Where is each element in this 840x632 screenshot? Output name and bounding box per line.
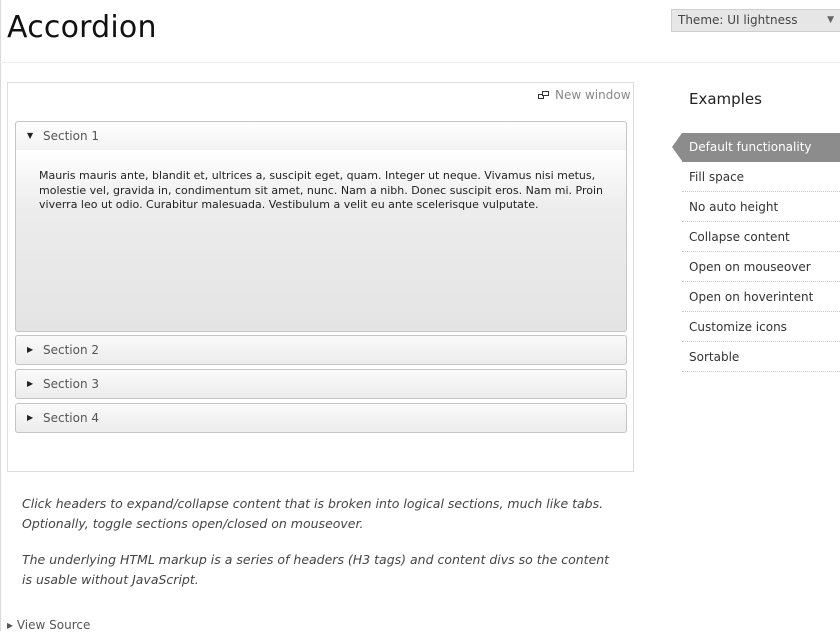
- examples-nav: Default functionality Fill space No auto…: [672, 133, 840, 372]
- expand-triangle-icon: ▸: [7, 618, 14, 632]
- accordion-header-label: Section 4: [43, 411, 100, 425]
- triangle-right-icon: ▶: [27, 345, 34, 354]
- theme-select[interactable]: Theme: UI lightness ▼: [671, 9, 840, 32]
- triangle-down-icon: ▼: [27, 131, 34, 140]
- example-item-fill-space[interactable]: Fill space: [682, 162, 840, 192]
- example-item-customize-icons[interactable]: Customize icons: [682, 312, 840, 342]
- new-window-icon: [538, 90, 549, 100]
- accordion-header-label: Section 1: [43, 129, 100, 143]
- accordion-content-section-1: Mauris mauris ante, blandit et, ultrices…: [15, 150, 627, 332]
- description-paragraph-1: Click headers to expand/collapse content…: [22, 496, 604, 531]
- example-item-sortable[interactable]: Sortable: [682, 342, 840, 372]
- accordion-header-label: Section 2: [43, 343, 100, 357]
- chevron-down-icon: ▼: [827, 15, 834, 25]
- example-item-collapse-content[interactable]: Collapse content: [682, 222, 840, 252]
- example-item-open-on-hoverintent[interactable]: Open on hoverintent: [682, 282, 840, 312]
- new-window-link[interactable]: New window: [538, 88, 631, 102]
- triangle-right-icon: ▶: [27, 413, 34, 422]
- accordion-content-text: Mauris mauris ante, blandit et, ultrices…: [39, 169, 604, 211]
- new-window-label: New window: [555, 88, 631, 102]
- example-item-open-on-mouseover[interactable]: Open on mouseover: [682, 252, 840, 282]
- accordion-header-section-3[interactable]: ▶ Section 3: [15, 369, 627, 399]
- accordion-header-section-2[interactable]: ▶ Section 2: [15, 335, 627, 365]
- title-divider: [0, 62, 840, 63]
- triangle-right-icon: ▶: [27, 379, 34, 388]
- examples-heading: Examples: [689, 90, 762, 108]
- view-source-link[interactable]: ▸ View Source: [7, 618, 90, 632]
- page-title: Accordion: [7, 10, 157, 45]
- accordion-header-section-4[interactable]: ▶ Section 4: [15, 403, 627, 433]
- theme-select-value: Theme: UI lightness: [678, 13, 798, 27]
- example-item-default-functionality[interactable]: Default functionality: [672, 133, 840, 162]
- accordion-header-label: Section 3: [43, 377, 100, 391]
- description-paragraph-2: The underlying HTML markup is a series o…: [22, 552, 610, 587]
- view-source-label: View Source: [16, 618, 91, 632]
- example-item-no-auto-height[interactable]: No auto height: [682, 192, 840, 222]
- left-border: [0, 0, 1, 631]
- accordion-header-section-1[interactable]: ▼ Section 1: [15, 121, 627, 151]
